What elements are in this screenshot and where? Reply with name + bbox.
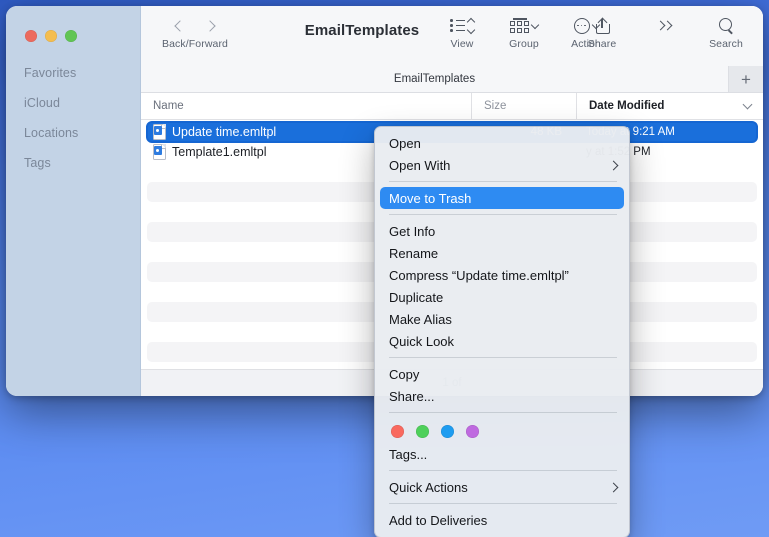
menu-separator <box>389 503 617 504</box>
menu-item-label: Duplicate <box>389 289 444 305</box>
tab-bar: EmailTemplates + <box>141 66 763 93</box>
menu-separator <box>389 181 617 182</box>
menu-item-make-alias[interactable]: Make Alias <box>375 308 629 330</box>
column-header-name-label: Name <box>153 100 184 112</box>
chevron-right-icon <box>608 160 619 170</box>
menu-item-quick-look[interactable]: Quick Look <box>375 330 629 352</box>
menu-separator <box>389 412 617 413</box>
chevron-down-icon <box>742 99 753 110</box>
double-chevron-icon <box>655 20 673 31</box>
column-header-name[interactable]: Name <box>141 93 471 119</box>
menu-item-tags[interactable]: Tags... <box>375 443 629 465</box>
minimize-button[interactable] <box>45 30 57 42</box>
back-forward-label: Back/Forward <box>162 38 228 50</box>
group-label: Group <box>509 38 539 50</box>
menu-item-open[interactable]: Open <box>375 132 629 154</box>
menu-item-label: Quick Actions <box>389 479 468 495</box>
chevron-right-icon <box>608 482 619 492</box>
back-forward-chevrons <box>174 17 216 34</box>
menu-item-label: Make Alias <box>389 311 452 327</box>
finder-sidebar: Favorites iCloud Locations Tags <box>6 6 141 396</box>
context-menu[interactable]: Open Open With Move to Trash Get Info Re… <box>374 126 630 537</box>
menu-item-label: Rename <box>389 245 439 261</box>
tab-label: EmailTemplates <box>393 73 476 85</box>
menu-item-label: Get Info <box>389 223 436 239</box>
purple-tag-icon[interactable] <box>466 425 479 438</box>
desktop-background: Favorites iCloud Locations Tags Back/For… <box>0 0 769 537</box>
column-header-date-modified[interactable]: Date Modified <box>576 93 763 119</box>
menu-separator <box>389 470 617 471</box>
search-button[interactable]: Search <box>695 6 757 50</box>
menu-item-label: Tags... <box>389 446 428 462</box>
menu-item-label: Open With <box>389 157 451 173</box>
menu-item-get-info[interactable]: Get Info <box>375 220 629 242</box>
share-button[interactable]: Share <box>571 6 633 50</box>
close-button[interactable] <box>25 30 37 42</box>
sidebar-section-list: Favorites iCloud Locations Tags <box>6 58 140 178</box>
email-template-file-icon <box>153 144 166 160</box>
window-title-text: EmailTemplates <box>304 22 420 39</box>
column-header-date-label: Date Modified <box>589 100 665 112</box>
blue-tag-icon[interactable] <box>441 425 454 438</box>
more-button[interactable] <box>633 6 695 50</box>
menu-item-rename[interactable]: Rename <box>375 242 629 264</box>
search-label: Search <box>709 38 743 50</box>
menu-item-compress[interactable]: Compress “Update time.emltpl” <box>375 264 629 286</box>
menu-item-add-to-deliveries[interactable]: Add to Deliveries <box>375 509 629 531</box>
menu-item-label: Add to Deliveries <box>389 512 488 528</box>
green-tag-icon[interactable] <box>416 425 429 438</box>
sidebar-item-icloud[interactable]: iCloud <box>6 88 140 118</box>
window-traffic-lights <box>6 6 140 42</box>
menu-item-label: Open <box>389 135 421 151</box>
group-icon <box>509 18 530 33</box>
sidebar-item-locations[interactable]: Locations <box>6 118 140 148</box>
back-forward-controls[interactable]: Back/Forward <box>149 6 241 50</box>
view-updown-icon <box>466 17 475 34</box>
file-name-label: Template1.emltpl <box>172 145 267 159</box>
back-chevron-icon[interactable] <box>174 19 186 32</box>
toolbar-right-group: Share Search <box>571 6 757 50</box>
menu-item-label: Share... <box>389 388 435 404</box>
menu-item-open-with[interactable]: Open With <box>375 154 629 176</box>
menu-item-label: Move to Trash <box>389 190 472 206</box>
red-tag-icon[interactable] <box>391 425 404 438</box>
email-template-file-icon <box>153 124 166 140</box>
forward-chevron-icon[interactable] <box>204 19 216 32</box>
chevron-down-icon <box>531 20 540 29</box>
finder-toolbar: Back/Forward EmailTemplates View Group A… <box>141 6 763 66</box>
share-label: Share <box>587 38 617 50</box>
menu-item-quick-actions[interactable]: Quick Actions <box>375 476 629 498</box>
menu-separator <box>389 357 617 358</box>
menu-item-move-to-trash[interactable]: Move to Trash <box>380 187 624 209</box>
share-icon <box>595 17 610 34</box>
list-view-icon <box>450 19 465 32</box>
search-icon <box>718 18 734 35</box>
group-button[interactable]: Group <box>493 6 555 50</box>
plus-icon: + <box>741 69 751 89</box>
column-header-size-label: Size <box>484 100 507 112</box>
tag-color-swatches <box>375 418 629 443</box>
menu-item-copy[interactable]: Copy <box>375 363 629 385</box>
sidebar-item-tags[interactable]: Tags <box>6 148 140 178</box>
sidebar-item-favorites[interactable]: Favorites <box>6 58 140 88</box>
column-header-row: Name Size Date Modified <box>141 93 763 120</box>
menu-item-share[interactable]: Share... <box>375 385 629 407</box>
menu-item-duplicate[interactable]: Duplicate <box>375 286 629 308</box>
file-name-label: Update time.emltpl <box>172 125 277 139</box>
menu-separator <box>389 214 617 215</box>
menu-item-label: Copy <box>389 366 420 382</box>
tab-emailtemplates[interactable]: EmailTemplates <box>141 66 729 92</box>
menu-item-label: Quick Look <box>389 333 455 349</box>
view-button[interactable]: View <box>431 6 493 50</box>
column-header-size[interactable]: Size <box>471 93 576 119</box>
view-label: View <box>450 38 474 50</box>
menu-item-label: Compress “Update time.emltpl” <box>389 267 569 283</box>
add-tab-button[interactable]: + <box>729 66 763 92</box>
maximize-button[interactable] <box>65 30 77 42</box>
